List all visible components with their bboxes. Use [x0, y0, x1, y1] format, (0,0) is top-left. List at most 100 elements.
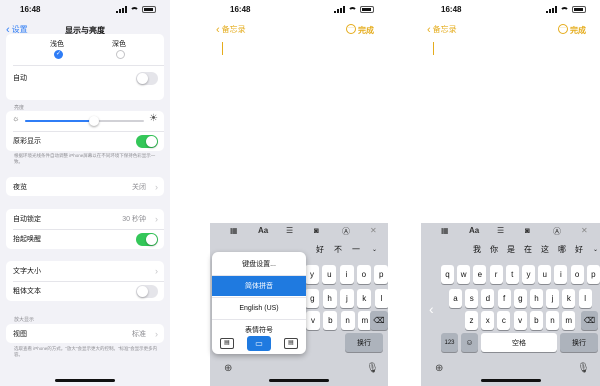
menu-english[interactable]: English (US)	[212, 298, 306, 318]
key-l[interactable]: l	[374, 289, 388, 308]
return-key[interactable]: 换行	[560, 333, 598, 352]
key-b[interactable]: b	[529, 311, 543, 330]
key-k[interactable]: k	[357, 289, 372, 308]
candidate[interactable]: 在	[524, 244, 532, 255]
key-k[interactable]: k	[562, 289, 576, 308]
candidate[interactable]: 你	[490, 244, 498, 255]
key-g[interactable]: g	[513, 289, 527, 308]
key-j[interactable]: j	[339, 289, 354, 308]
key-h[interactable]: h	[530, 289, 543, 308]
candidate[interactable]: 不	[334, 244, 342, 255]
key-e[interactable]: e	[473, 265, 487, 284]
format-button[interactable]: Aa	[258, 226, 268, 235]
pen-icon[interactable]: Ⓐ	[342, 226, 350, 237]
space-key[interactable]: 空格	[481, 333, 557, 352]
textsize-row[interactable]: 文字大小 ›	[6, 261, 164, 281]
raise-toggle[interactable]	[136, 232, 158, 246]
table-icon[interactable]: ▦	[230, 226, 238, 235]
autolock-label: 自动锁定	[13, 216, 41, 223]
key-b[interactable]: b	[323, 311, 338, 330]
mic-icon[interactable]: 🎙	[366, 363, 379, 374]
key-m[interactable]: m	[562, 311, 576, 330]
delete-icon[interactable]: ⌫	[581, 311, 598, 330]
candidate[interactable]: 好	[575, 244, 583, 255]
truetone-toggle[interactable]	[136, 134, 158, 148]
candidate[interactable]: 哪	[558, 244, 566, 255]
key-r[interactable]: r	[489, 265, 503, 284]
more-icon[interactable]: ···	[346, 24, 356, 34]
format-button[interactable]: Aa	[469, 226, 479, 235]
globe-icon[interactable]: ⊕	[224, 363, 232, 374]
keyboard-right-icon[interactable]: ▤	[284, 338, 298, 349]
key-u[interactable]: u	[322, 265, 337, 284]
shift-keyboard-chevron-icon[interactable]: ‹	[429, 301, 434, 317]
key-i[interactable]: i	[339, 265, 354, 284]
pen-icon[interactable]: Ⓐ	[553, 226, 561, 237]
checklist-icon[interactable]: ☰	[497, 226, 504, 235]
num-key[interactable]: 123	[441, 333, 458, 352]
candidate[interactable]: 我	[473, 244, 481, 255]
key-o[interactable]: o	[570, 265, 584, 284]
key-f[interactable]: f	[497, 289, 511, 308]
back-button[interactable]: ‹ 备忘录	[216, 24, 246, 35]
mic-icon[interactable]: 🎙	[577, 363, 590, 374]
key-d[interactable]: d	[481, 289, 495, 308]
candidate[interactable]: 这	[541, 244, 549, 255]
candidate[interactable]: 好	[316, 244, 324, 255]
autolock-row[interactable]: 自动锁定 30 秒钟 ›	[6, 209, 164, 229]
bold-toggle[interactable]	[136, 284, 158, 298]
close-icon[interactable]: ✕	[581, 226, 588, 235]
camera-icon[interactable]: ◙	[314, 226, 319, 235]
key-n[interactable]: n	[546, 311, 559, 330]
key-y[interactable]: y	[305, 265, 319, 284]
menu-pinyin[interactable]: 简体拼音	[212, 276, 306, 296]
return-key[interactable]: 换行	[345, 333, 383, 352]
close-icon[interactable]: ✕	[370, 226, 377, 235]
key-x[interactable]: x	[481, 311, 495, 330]
key-v[interactable]: v	[513, 311, 527, 330]
light-mode-radio[interactable]: ✓	[54, 50, 63, 59]
key-y[interactable]: y	[522, 265, 535, 284]
dark-mode-radio[interactable]	[116, 50, 125, 59]
key-q[interactable]: q	[441, 265, 454, 284]
key-z[interactable]: z	[465, 311, 478, 330]
back-button[interactable]: ‹ 备忘录	[427, 24, 457, 35]
key-h[interactable]: h	[322, 289, 337, 308]
candidate[interactable]: 一	[352, 244, 360, 255]
key-v[interactable]: v	[306, 311, 320, 330]
key-w[interactable]: w	[457, 265, 471, 284]
done-button[interactable]: 完成	[358, 25, 374, 36]
key-a[interactable]: a	[449, 289, 462, 308]
camera-icon[interactable]: ◙	[525, 226, 530, 235]
expand-chevron-icon[interactable]: ⌄	[372, 246, 377, 253]
brightness-slider[interactable]	[25, 116, 144, 126]
key-p[interactable]: p	[586, 265, 600, 284]
expand-chevron-icon[interactable]: ⌄	[593, 246, 598, 253]
key-c[interactable]: c	[497, 311, 511, 330]
key-t[interactable]: t	[505, 265, 519, 284]
key-g[interactable]: g	[305, 289, 320, 308]
brightness-knob[interactable]	[88, 116, 99, 126]
table-icon[interactable]: ▦	[441, 226, 449, 235]
emoji-icon[interactable]: ☺	[461, 333, 478, 352]
globe-icon[interactable]: ⊕	[435, 363, 443, 374]
delete-icon[interactable]: ⌫	[370, 311, 388, 330]
key-n[interactable]: n	[340, 311, 355, 330]
nightshift-row[interactable]: 夜览 关闭 ›	[6, 177, 164, 196]
done-button[interactable]: 完成	[570, 25, 586, 36]
key-j[interactable]: j	[546, 289, 560, 308]
key-o[interactable]: o	[356, 265, 371, 284]
candidate[interactable]: 是	[507, 244, 515, 255]
key-s[interactable]: s	[465, 289, 479, 308]
menu-keyboard-settings[interactable]: 键盘设置...	[212, 254, 306, 274]
view-row[interactable]: 视图 标准 ›	[6, 324, 164, 343]
key-l[interactable]: l	[578, 289, 592, 308]
checklist-icon[interactable]: ☰	[286, 226, 293, 235]
key-u[interactable]: u	[538, 265, 552, 284]
key-i[interactable]: i	[554, 265, 568, 284]
keyboard-full-icon[interactable]: ▭	[247, 336, 271, 351]
keyboard-left-icon[interactable]: ▤	[220, 338, 234, 349]
key-p[interactable]: p	[374, 265, 388, 284]
auto-toggle[interactable]	[136, 71, 158, 85]
more-icon[interactable]: ···	[558, 24, 568, 34]
